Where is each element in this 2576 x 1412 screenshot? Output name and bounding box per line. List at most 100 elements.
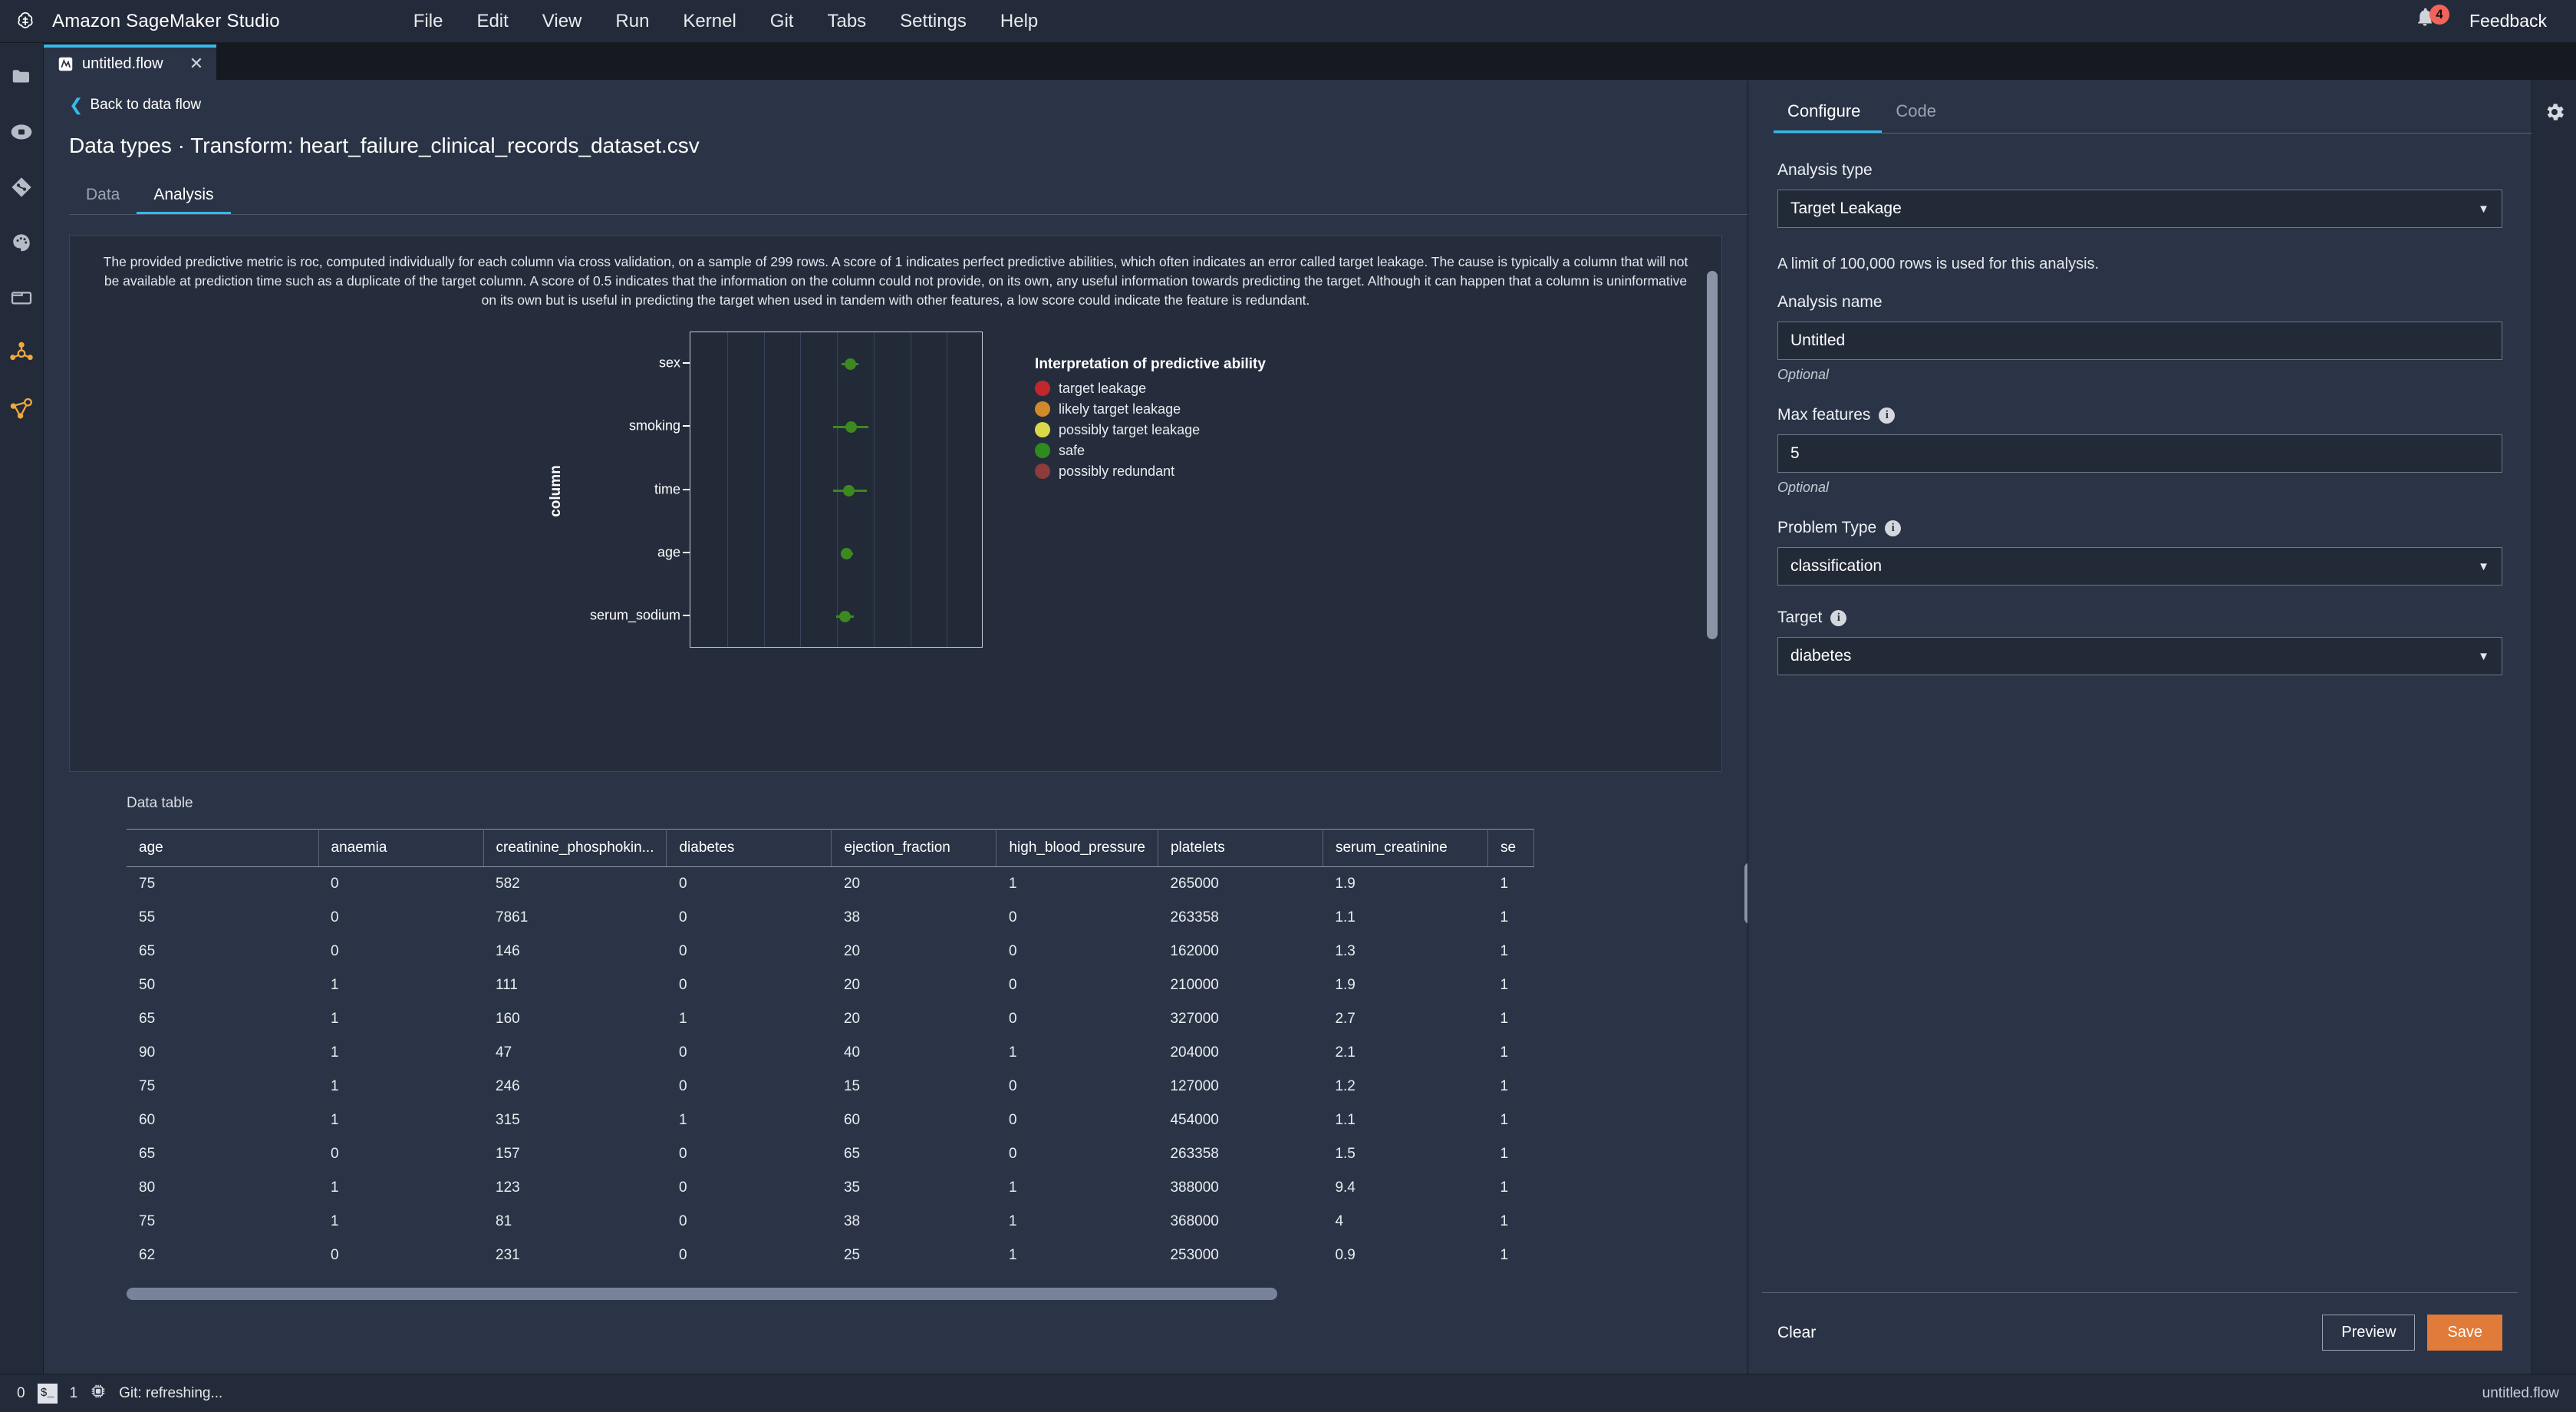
- chart-dot: [842, 484, 855, 497]
- menu-edit[interactable]: Edit: [473, 9, 511, 34]
- clear-button[interactable]: Clear: [1777, 1324, 1816, 1342]
- table-row[interactable]: 65 0 157 0 65 0 263358 1.5 1: [127, 1137, 1533, 1171]
- chevron-down-icon: ▼: [2478, 202, 2489, 216]
- close-icon[interactable]: ✕: [187, 54, 206, 74]
- table-cell: 263358: [1170, 1146, 1219, 1162]
- table-row[interactable]: 50 1 111 0 20 0 210000 1.9 1: [127, 968, 1533, 1002]
- menu-help[interactable]: Help: [997, 9, 1041, 34]
- stop-circle-icon[interactable]: [6, 117, 37, 147]
- table-row[interactable]: 75 1 246 0 15 0 127000 1.2 1: [127, 1070, 1533, 1104]
- table-column-header[interactable]: age: [127, 829, 319, 867]
- info-icon[interactable]: i: [1885, 520, 1902, 536]
- menu-file[interactable]: File: [410, 9, 446, 34]
- table-row[interactable]: 75 0 582 0 20 1 265000 1.9 1: [127, 867, 1533, 902]
- analysis-type-select[interactable]: Target Leakage ▼: [1777, 190, 2502, 228]
- table-row[interactable]: 60 1 315 1 60 0 454000 1.1 1: [127, 1104, 1533, 1137]
- table-column-header[interactable]: anaemia: [318, 829, 484, 867]
- info-icon[interactable]: i: [1830, 609, 1847, 626]
- table-cell: 4: [1335, 1213, 1344, 1229]
- pipeline-icon[interactable]: [6, 393, 37, 424]
- back-to-data-flow-link[interactable]: ❮ Back to data flow: [44, 80, 1748, 114]
- table-column-header[interactable]: platelets: [1158, 829, 1323, 867]
- table-row[interactable]: 75 1 81 0 38 1 368000 4 1: [127, 1205, 1533, 1239]
- tab-code[interactable]: Code: [1882, 98, 1958, 133]
- table-column-header[interactable]: diabetes: [666, 829, 832, 867]
- menu-tabs[interactable]: Tabs: [824, 9, 869, 34]
- max-features-label: Max features i: [1777, 406, 2502, 424]
- tabs-icon[interactable]: [6, 282, 37, 313]
- chart-tick-mark: [683, 488, 690, 490]
- max-features-input[interactable]: 5: [1777, 434, 2502, 473]
- table-column-header[interactable]: creatinine_phosphokin...: [483, 829, 667, 867]
- folder-icon[interactable]: [6, 61, 37, 92]
- table-cell: 25: [843, 1247, 861, 1263]
- table-column-header[interactable]: se: [1487, 829, 1534, 867]
- molecule-icon[interactable]: [6, 338, 37, 368]
- table-cell: 47: [496, 1044, 512, 1061]
- configure-panel-tabs: Configure Code: [1774, 98, 2532, 134]
- chart-gridline: [764, 332, 766, 647]
- table-cell: 1.2: [1335, 1078, 1356, 1094]
- table-cell: 1: [1500, 943, 1509, 959]
- table-row[interactable]: 65 0 146 0 20 0 162000 1.3 1: [127, 935, 1533, 968]
- table-row[interactable]: 62 0 231 0 25 1 253000 0.9 1: [127, 1239, 1533, 1272]
- info-icon[interactable]: i: [1879, 407, 1896, 424]
- table-cell: 1: [1500, 909, 1509, 925]
- table-cell: 1: [331, 1078, 339, 1094]
- document-tab-untitled-flow[interactable]: untitled.flow ✕: [44, 45, 216, 80]
- table-cell: 1.9: [1335, 876, 1356, 892]
- table-cell: 0: [1008, 1112, 1017, 1128]
- configure-panel-footer: Clear Preview Save: [1762, 1292, 2518, 1374]
- table-cell: 1: [1008, 1179, 1017, 1196]
- git-diamond-icon[interactable]: [6, 172, 37, 203]
- problem-type-select[interactable]: classification ▼: [1777, 547, 2502, 586]
- menu-git[interactable]: Git: [767, 9, 797, 34]
- gear-icon[interactable]: [2539, 97, 2570, 127]
- max-features-optional-hint: Optional: [1777, 480, 1830, 495]
- tab-configure[interactable]: Configure: [1774, 98, 1883, 133]
- table-horizontal-scrollbar[interactable]: [127, 1288, 1748, 1300]
- table-row[interactable]: 90 1 47 0 40 1 204000 2.1 1: [127, 1036, 1533, 1070]
- menu-kernel[interactable]: Kernel: [680, 9, 739, 34]
- table-cell: 7861: [496, 909, 529, 925]
- cpu-chip-icon[interactable]: [90, 1383, 107, 1404]
- notifications-button[interactable]: 4: [2414, 4, 2449, 37]
- tab-analysis[interactable]: Analysis: [137, 181, 231, 214]
- terminal-icon[interactable]: $_: [37, 1383, 58, 1404]
- save-button[interactable]: Save: [2427, 1315, 2502, 1351]
- status-bar: 0 $_ 1 Git: refreshing... untitled.flow: [0, 1374, 2576, 1412]
- menu-run[interactable]: Run: [612, 9, 652, 34]
- table-cell: 1.9: [1335, 977, 1356, 993]
- palette-icon[interactable]: [6, 227, 37, 258]
- table-column-header[interactable]: ejection_fraction: [831, 829, 997, 867]
- status-kernel-count: 1: [69, 1384, 78, 1401]
- table-row[interactable]: 80 1 123 0 35 1 388000 9.4 1: [127, 1171, 1533, 1205]
- table-cell: 0: [678, 1247, 687, 1263]
- table-cell: 0: [1008, 1078, 1017, 1094]
- chart-plot-area: [690, 331, 983, 648]
- analysis-card-scrollbar[interactable]: [1707, 271, 1718, 639]
- table-row[interactable]: 65 1 160 1 20 0 327000 2.7 1: [127, 1002, 1533, 1036]
- flow-file-icon: [56, 54, 74, 73]
- table-column-header[interactable]: serum_creatinine: [1323, 829, 1488, 867]
- menu-view[interactable]: View: [539, 9, 585, 34]
- tab-data[interactable]: Data: [69, 181, 137, 214]
- target-select[interactable]: diabetes ▼: [1777, 637, 2502, 675]
- table-cell: 2.1: [1335, 1044, 1356, 1061]
- table-row[interactable]: 55 0 7861 0 38 0 263358 1.1 1: [127, 901, 1533, 935]
- table-cell: 315: [496, 1112, 520, 1128]
- table-cell: 1: [331, 1179, 339, 1196]
- chart-tick-label: smoking: [629, 417, 681, 434]
- row-limit-note: A limit of 100,000 rows is used for this…: [1777, 256, 2100, 272]
- preview-button[interactable]: Preview: [2322, 1315, 2416, 1351]
- configure-panel-body: Analysis type Target Leakage ▼ A limit o…: [1748, 134, 2532, 1292]
- table-column-header[interactable]: high_blood_pressure: [996, 829, 1158, 867]
- menu-settings[interactable]: Settings: [897, 9, 970, 34]
- right-settings-rail: [2532, 80, 2576, 1374]
- table-cell: 15: [843, 1078, 861, 1094]
- analysis-name-input[interactable]: Untitled: [1777, 322, 2502, 360]
- table-cell: 1: [331, 1044, 339, 1061]
- feedback-link[interactable]: Feedback: [2469, 11, 2547, 31]
- table-horizontal-scrollbar-thumb[interactable]: [127, 1288, 1277, 1300]
